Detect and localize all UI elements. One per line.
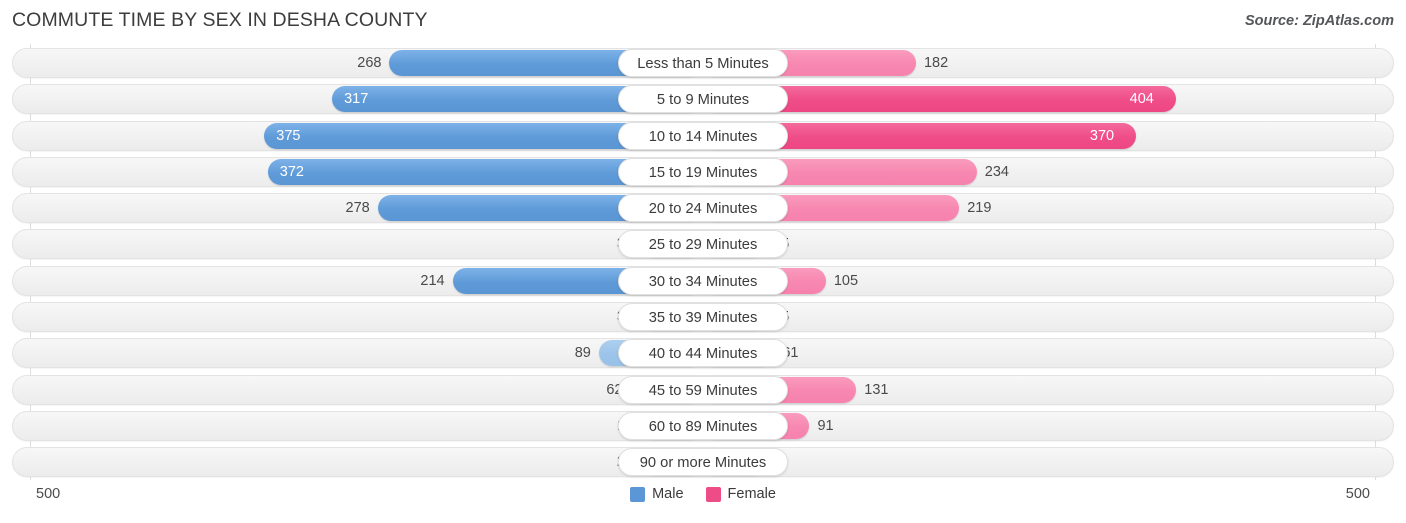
bar-value-male: 372 xyxy=(279,163,304,180)
row-bars: 322525 to 29 Minutes xyxy=(0,229,1406,259)
table-row: 313535 to 39 Minutes xyxy=(0,302,1406,333)
legend-swatch-female-icon xyxy=(705,486,721,502)
category-label: 35 to 39 Minutes xyxy=(618,303,788,332)
bar-value-male: 268 xyxy=(357,55,382,71)
category-label: 25 to 29 Minutes xyxy=(618,230,788,259)
category-label: 20 to 24 Minutes xyxy=(618,194,788,223)
table-row: 214 105 30 to 34 Minutes xyxy=(0,265,1406,296)
bar-value-female: 404 xyxy=(1129,91,1154,108)
table-row: 268 182 Less than 5 Minutes xyxy=(0,48,1406,78)
bar-value-male: 317 xyxy=(344,91,369,108)
row-bars: 278 219 20 to 24 Minutes xyxy=(0,193,1406,223)
table-row: 278 219 20 to 24 Minutes xyxy=(0,193,1406,224)
row-bars: 28090 or more Minutes xyxy=(0,447,1406,477)
category-label: 45 to 59 Minutes xyxy=(618,375,788,404)
category-label: 15 to 19 Minutes xyxy=(618,157,788,186)
bar-value-male: 214 xyxy=(420,272,445,289)
category-label: Less than 5 Minutes xyxy=(618,49,788,77)
row-bars: 372 234 15 to 19 Minutes xyxy=(0,157,1406,187)
bar-value-male: 89 xyxy=(574,345,591,362)
category-label: 40 to 44 Minutes xyxy=(618,339,788,368)
row-bars: 62 131 45 to 59 Minutes xyxy=(0,375,1406,405)
table-row: 317 404 5 to 9 Minutes xyxy=(0,84,1406,115)
legend-label-male: Male xyxy=(652,486,684,502)
row-bars: 268 182 Less than 5 Minutes xyxy=(0,48,1406,78)
row-bars: 317 404 5 to 9 Minutes xyxy=(0,84,1406,114)
bar-value-male: 278 xyxy=(345,200,370,217)
bar-value-female: 219 xyxy=(967,200,992,217)
bar-value-female: 370 xyxy=(1089,127,1115,144)
table-row: 28090 or more Minutes xyxy=(0,447,1406,478)
table-row: 179160 to 89 Minutes xyxy=(0,410,1406,441)
legend-swatch-male-icon xyxy=(630,486,646,502)
chart-header: COMMUTE TIME BY SEX IN DESHA COUNTY Sour… xyxy=(0,0,1406,42)
row-bars: 214 105 30 to 34 Minutes xyxy=(0,266,1406,296)
legend: Male Female xyxy=(0,486,1406,502)
category-label: 30 to 34 Minutes xyxy=(618,266,788,295)
chart-footer: 500 500 Male Female xyxy=(0,480,1406,523)
bar-value-male: 375 xyxy=(276,127,301,144)
legend-item-male[interactable]: Male xyxy=(630,486,684,502)
bar-value-female: 105 xyxy=(833,272,859,289)
row-bars: 375 370 10 to 14 Minutes xyxy=(0,121,1406,151)
category-label: 90 or more Minutes xyxy=(618,448,788,477)
category-label: 60 to 89 Minutes xyxy=(618,411,788,440)
bar-rows: 268 182 Less than 5 Minutes 317 404 5 to 9 Mi… xyxy=(0,44,1406,478)
table-row: 322525 to 29 Minutes xyxy=(0,229,1406,260)
chart-plot-area: 268 182 Less than 5 Minutes 317 404 5 to 9 Mi… xyxy=(0,44,1406,480)
row-bars: 89 61 40 to 44 Minutes xyxy=(0,338,1406,368)
bar-value-female: 234 xyxy=(984,163,1009,180)
bar-value-female: 182 xyxy=(923,55,949,71)
table-row: 372 234 15 to 19 Minutes xyxy=(0,156,1406,187)
source-attribution: Source: ZipAtlas.com xyxy=(1244,13,1394,29)
category-label: 5 to 9 Minutes xyxy=(618,85,788,114)
bar-value-female: 91 xyxy=(817,417,834,434)
row-bars: 179160 to 89 Minutes xyxy=(0,411,1406,441)
table-row: 89 61 40 to 44 Minutes xyxy=(0,338,1406,369)
row-bars: 313535 to 39 Minutes xyxy=(0,302,1406,332)
legend-item-female[interactable]: Female xyxy=(705,486,776,502)
category-label: 10 to 14 Minutes xyxy=(618,121,788,150)
legend-label-female: Female xyxy=(727,486,776,502)
bar-value-female: 131 xyxy=(864,381,889,398)
table-row: 62 131 45 to 59 Minutes xyxy=(0,374,1406,405)
table-row: 375 370 10 to 14 Minutes xyxy=(0,120,1406,151)
page-title: COMMUTE TIME BY SEX IN DESHA COUNTY xyxy=(12,9,428,31)
